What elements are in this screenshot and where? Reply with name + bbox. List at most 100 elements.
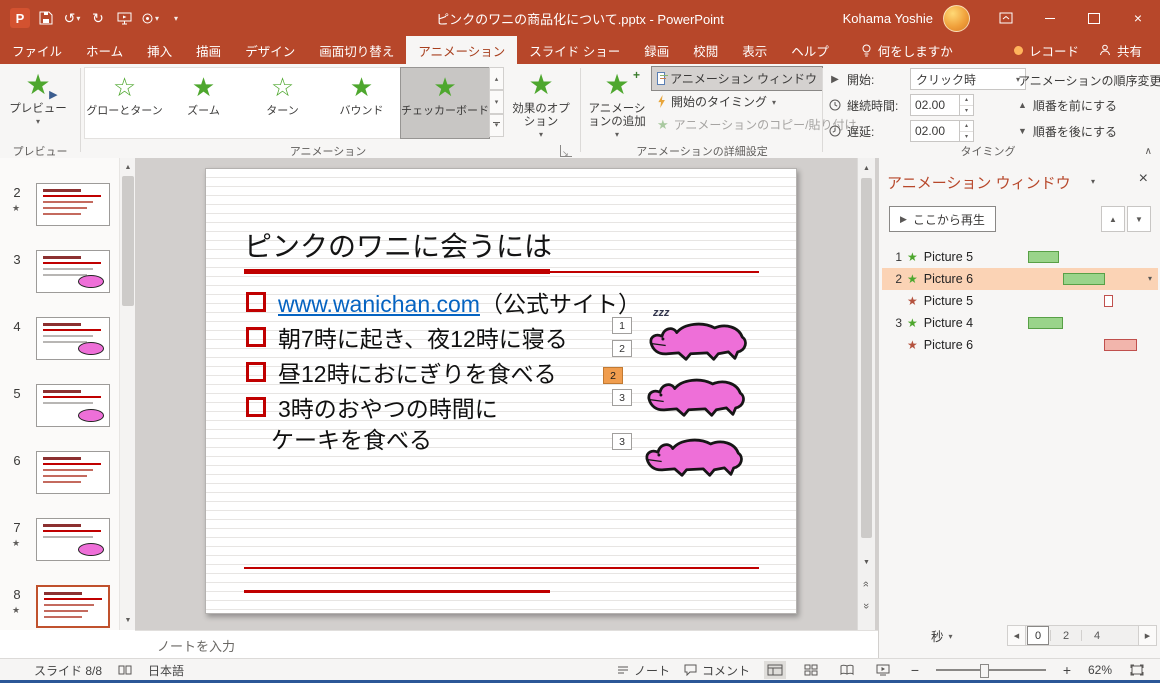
spin-down-icon[interactable]: ▾ [960,104,973,116]
powerpoint-app-icon[interactable]: P [10,8,30,28]
thumbnail-slide-4[interactable]: 4 [0,317,118,363]
animation-star-icon[interactable]: ★ [12,605,20,616]
slideshow-view-button[interactable] [872,661,894,679]
tab-design[interactable]: デザイン [233,36,307,64]
gallery-scroll-up-icon[interactable]: ▴ [489,67,504,91]
slide-thumbnail[interactable] [36,250,110,293]
previous-slide-icon[interactable]: » [858,576,875,592]
chevron-down-icon[interactable]: ▾ [155,14,159,23]
zoom-slider[interactable] [935,664,1046,678]
reading-view-button[interactable] [836,661,858,679]
zoom-percent[interactable]: 62% [1088,663,1112,677]
animation-star-icon[interactable]: ★ [12,203,20,214]
animation-item[interactable]: ★ Picture 5 [882,290,1158,312]
animation-item[interactable]: ★ Picture 6 [882,334,1158,356]
tab-insert[interactable]: 挿入 [135,36,184,64]
timeline-tick[interactable]: 0 [1027,626,1049,645]
spin-up-icon[interactable]: ▴ [960,95,973,105]
redo-icon[interactable]: ↻ [88,6,108,30]
next-slide-icon[interactable]: » [858,598,875,614]
thumbnail-slide-6[interactable]: 6 [0,451,118,497]
scroll-down-icon[interactable]: ▼ [858,554,875,570]
undo-icon[interactable]: ↺ ▾ [62,6,82,30]
move-up-button[interactable]: ▲ [1101,206,1125,232]
slide-thumbnail[interactable] [36,317,110,360]
delay-input[interactable]: 02.00 ▴ ▾ [910,120,974,142]
save-icon[interactable] [36,6,56,30]
zoom-in-button[interactable]: + [1060,662,1074,678]
spin-up-icon[interactable]: ▴ [960,121,973,131]
bullet-item[interactable]: 朝7時に起き、夜12時に寝る [246,320,568,354]
animation-order-badge[interactable]: 2 [612,340,632,357]
collapse-ribbon-icon[interactable]: ∧ [1145,146,1152,157]
timeline-bar-exit[interactable] [1104,339,1137,351]
slide-sorter-view-button[interactable] [800,661,822,679]
timeline-bar-entrance[interactable] [1063,273,1105,285]
preview-button[interactable]: ★ ▶ プレビュー ▾ [6,66,70,142]
duration-input[interactable]: 02.00 ▴ ▾ [910,94,974,116]
comments-toggle[interactable]: コメント [684,662,750,679]
record-button[interactable]: レコード [1013,41,1079,60]
slide-title[interactable]: ピンクのワニに会うには [244,225,552,265]
minimize-button[interactable] [1028,0,1072,36]
hyperlink[interactable]: www.wanichan.com [278,291,480,317]
language-indicator[interactable]: 日本語 [148,662,184,679]
crocodile-image[interactable] [644,371,748,419]
slide-thumbnail[interactable] [36,518,110,561]
scroll-up-icon[interactable]: ▲ [858,160,875,176]
seconds-dropdown[interactable]: 秒 ▾ [931,626,953,645]
tab-recording[interactable]: 録画 [632,36,681,64]
tab-help[interactable]: ヘルプ [779,36,841,64]
gallery-scroll-down-icon[interactable]: ▾ [489,90,504,114]
animation-effect-spin[interactable]: ☆ ターン [243,68,322,138]
effect-options-button[interactable]: ★ 効果のオプション ▾ [508,66,574,142]
tab-animations[interactable]: アニメーション [406,36,518,64]
animation-star-icon[interactable]: ★ [12,538,20,549]
trigger-button[interactable]: 開始のタイミング ▾ [652,90,822,113]
thumbnail-scrollbar[interactable]: ▲ ▼ [119,158,136,630]
crocodile-image[interactable] [642,431,746,479]
avatar[interactable] [943,4,970,32]
notes-pane[interactable]: ノートを入力 [135,630,878,659]
zoom-out-button[interactable]: − [908,662,922,678]
slide-thumbnail[interactable] [36,451,110,494]
close-button[interactable]: × [1116,0,1160,36]
slide-canvas[interactable]: ピンクのワニに会うには www.wanichan.com（公式サイト） 朝7時に… [205,168,797,614]
bullet-item[interactable]: 昼12時におにぎりを食べる [246,355,557,389]
animation-order-badge[interactable]: 3 [612,389,632,406]
notes-toggle[interactable]: ノート [617,662,670,679]
move-earlier-button[interactable]: ▲ 順番を前にする [1018,95,1117,115]
scrollbar-thumb[interactable] [122,176,134,306]
tab-draw[interactable]: 描画 [184,36,233,64]
scroll-down-icon[interactable]: ▼ [120,613,136,628]
animation-order-badge[interactable]: 1 [612,317,632,334]
move-later-button[interactable]: ▼ 順番を後にする [1018,121,1117,141]
timeline-left-icon[interactable]: ◀ [1008,626,1026,645]
tab-view[interactable]: 表示 [730,36,779,64]
move-down-button[interactable]: ▼ [1127,206,1151,232]
timeline-bar-entrance[interactable] [1028,317,1063,329]
timeline-bar-exit[interactable] [1104,295,1113,307]
scrollbar-thumb[interactable] [861,178,872,538]
slide-thumbnail[interactable] [36,183,110,226]
timeline-right-icon[interactable]: ▶ [1138,626,1156,645]
animation-item[interactable]: 1 ★ Picture 5 [882,246,1158,268]
zoom-slider-thumb[interactable] [979,664,989,678]
chevron-down-icon[interactable]: ▾ [1091,177,1095,186]
bullet-item[interactable]: www.wanichan.com（公式サイト） [246,285,641,319]
touch-mode-icon[interactable]: ▾ [140,6,160,30]
scroll-up-icon[interactable]: ▲ [120,160,136,175]
share-button[interactable]: 共有 [1099,41,1142,60]
timeline-bar-entrance[interactable] [1028,251,1059,263]
tell-me-box[interactable]: 何をしますか [849,36,965,64]
add-animation-button[interactable]: ★ + アニメーションの追加 ▾ [584,66,650,142]
start-slideshow-icon[interactable] [114,6,134,30]
play-from-button[interactable]: ▶ ここから再生 [889,206,996,232]
tab-slideshow[interactable]: スライド ショー [517,36,632,64]
animation-item[interactable]: 3 ★ Picture 4 [882,312,1158,334]
chevron-down-icon[interactable]: ▾ [76,14,80,23]
bullet-item-continuation[interactable]: ケーキを食べる [271,421,432,455]
thumbnail-slide-7[interactable]: 7 ★ [0,518,118,564]
notes-placeholder[interactable]: ノートを入力 [135,636,235,655]
tab-transitions[interactable]: 画面切り替え [307,36,406,64]
